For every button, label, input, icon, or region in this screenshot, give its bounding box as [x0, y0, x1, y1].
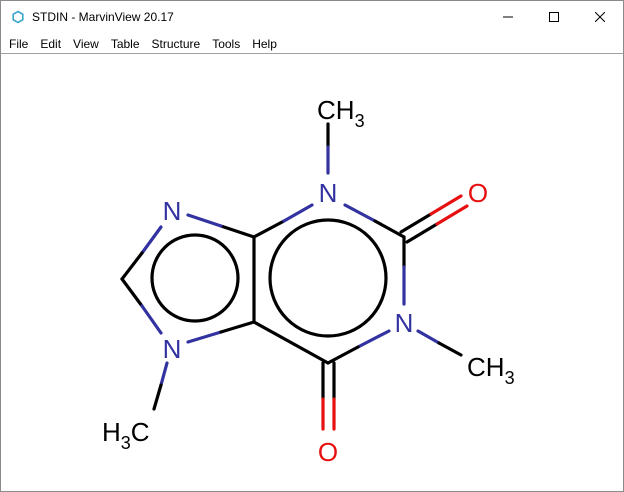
bond-n9-c5-nitrogen	[186, 330, 223, 344]
bond-c8-n9-carbon	[120, 277, 144, 308]
bond-c4-n-top-carbon	[252, 219, 286, 239]
menu-structure[interactable]: Structure	[146, 34, 207, 54]
bond-n-top-c2-carbon	[373, 219, 406, 239]
atom-n-right: N	[395, 308, 414, 338]
molecule-canvas[interactable]: CH3 N O N CH3 O N N H3C	[1, 54, 623, 491]
menu-file[interactable]: File	[3, 34, 34, 54]
window-title: STDIN - MarvinView 20.17	[32, 10, 174, 24]
maximize-button[interactable]	[531, 1, 577, 33]
close-button[interactable]	[577, 1, 623, 33]
atom-o-right: O	[468, 178, 488, 208]
window-controls	[485, 1, 623, 33]
bond-n-right-ch3-nitrogen	[416, 329, 441, 345]
marvinview-window: STDIN - MarvinView 20.17 File Edit View …	[0, 0, 624, 492]
bond-n9-c5-carbon	[219, 320, 256, 334]
molecule-bonds	[120, 122, 469, 431]
close-icon	[595, 12, 605, 22]
marvin-app-icon	[11, 10, 25, 24]
atom-n-top: N	[319, 178, 338, 208]
menu-view[interactable]: View	[67, 34, 105, 54]
bond-c8-n9-nitrogen	[140, 304, 163, 335]
bond-c4-n-top-nitrogen	[282, 203, 314, 223]
bond-n-right-ch3-carbon	[437, 341, 463, 357]
atom-n-left-top: N	[163, 196, 182, 226]
bond-n9-ch3-carbon	[152, 383, 163, 411]
atom-ch3-right: CH3	[467, 352, 515, 388]
six-ring-aromatic-circle	[268, 218, 388, 338]
bond-c4-n7-nitrogen	[186, 213, 223, 228]
bond-n7-c8-carbon	[120, 251, 144, 281]
menu-table[interactable]: Table	[105, 34, 146, 54]
bond-n-top-c2-nitrogen	[343, 203, 377, 223]
bond-c4-n7-carbon	[219, 224, 256, 239]
atom-h3c-bottom: H3C	[102, 417, 150, 453]
minimize-icon	[503, 16, 513, 18]
bond-c6-c5	[252, 320, 330, 365]
atom-labels: CH3 N O N CH3 O N N H3C	[102, 95, 515, 467]
menu-tools[interactable]: Tools	[206, 34, 246, 54]
menu-edit[interactable]: Edit	[34, 34, 67, 54]
bond-n-right-c6-carbon	[326, 345, 360, 365]
atom-n-left-bottom: N	[163, 334, 182, 364]
menu-bar: File Edit View Table Structure Tools Hel…	[1, 34, 623, 54]
maximize-icon	[549, 12, 559, 22]
bond-n9-ch3-nitrogen	[159, 361, 169, 387]
minimize-button[interactable]	[485, 1, 531, 33]
atom-o-bottom: O	[318, 437, 338, 467]
five-ring-aromatic-circle	[150, 233, 240, 323]
atom-ch3-top: CH3	[317, 95, 365, 131]
bond-n-right-c6-nitrogen	[356, 329, 391, 349]
bond-n7-c8-nitrogen	[140, 225, 163, 255]
title-bar[interactable]: STDIN - MarvinView 20.17	[1, 1, 623, 33]
menu-help[interactable]: Help	[246, 34, 283, 54]
